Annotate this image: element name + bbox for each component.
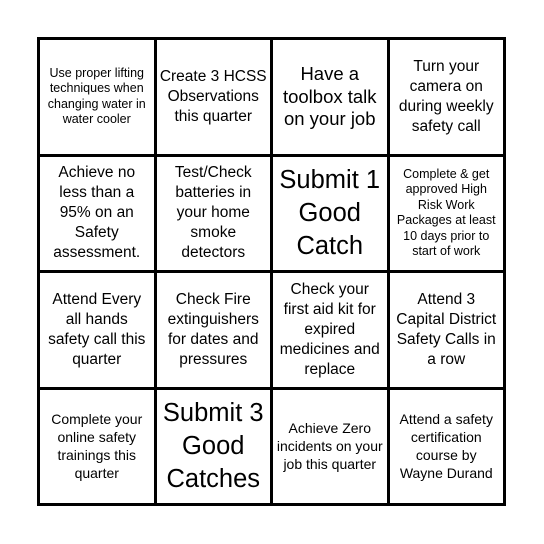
cell-text: Create 3 HCSS Observations this quarter	[159, 67, 267, 125]
cell-text: Complete your online safety trainings th…	[51, 411, 143, 482]
bingo-cell[interactable]: Attend Every all hands safety call this …	[40, 273, 154, 387]
bingo-cell[interactable]: Check your first aid kit for expired med…	[273, 273, 387, 387]
cell-text: Turn your camera on during weekly safety…	[398, 57, 494, 135]
cell-text: Submit 1 Good Catch	[279, 165, 381, 260]
cell-text: Complete & get approved High Risk Work P…	[396, 166, 496, 259]
bingo-cell[interactable]: Complete your online safety trainings th…	[40, 389, 154, 503]
bingo-cell[interactable]: Attend a safety certification course by …	[389, 389, 503, 503]
bingo-cell[interactable]: Turn your camera on during weekly safety…	[389, 40, 503, 154]
bingo-cell[interactable]: Create 3 HCSS Observations this quarter	[156, 40, 270, 154]
bingo-cell[interactable]: Submit 1 Good Catch	[273, 156, 387, 270]
bingo-cell[interactable]: Achieve Zero incidents on your job this …	[273, 389, 387, 503]
bingo-cell[interactable]: Submit 3 Good Catches	[156, 389, 270, 503]
bingo-cell[interactable]: Test/Check batteries in your home smoke …	[156, 156, 270, 270]
bingo-cell[interactable]: Check Fire extinguishers for dates and p…	[156, 273, 270, 387]
cell-text: Submit 3 Good Catches	[162, 398, 264, 493]
bingo-cell[interactable]: Attend 3 Capital District Safety Calls i…	[389, 273, 503, 387]
cell-text: Achieve Zero incidents on your job this …	[276, 420, 383, 473]
cell-text: Check your first aid kit for expired med…	[279, 280, 380, 378]
cell-text: Use proper lifting techniques when chang…	[47, 65, 146, 127]
cell-text: Check Fire extinguishers for dates and p…	[167, 290, 259, 368]
bingo-cell[interactable]: Have a toolbox talk on your job	[273, 40, 387, 154]
cell-text: Test/Check batteries in your home smoke …	[174, 164, 252, 262]
bingo-cell[interactable]: Use proper lifting techniques when chang…	[40, 40, 154, 154]
cell-text: Attend a safety certification course by …	[399, 411, 493, 482]
cell-text: Attend 3 Capital District Safety Calls i…	[396, 290, 497, 368]
bingo-cell[interactable]: Achieve no less than a 95% on an Safety …	[40, 156, 154, 270]
cell-text: Achieve no less than a 95% on an Safety …	[53, 164, 141, 262]
cell-text: Attend Every all hands safety call this …	[48, 290, 146, 368]
cell-text: Have a toolbox talk on your job	[282, 63, 377, 129]
bingo-cell[interactable]: Complete & get approved High Risk Work P…	[389, 156, 503, 270]
bingo-board: Use proper lifting techniques when chang…	[37, 37, 506, 506]
